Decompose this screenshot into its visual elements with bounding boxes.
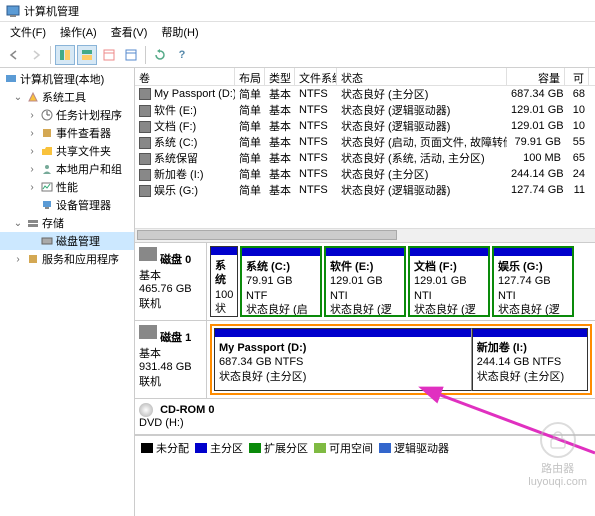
- tree-system-tools[interactable]: ⌄系统工具: [0, 88, 134, 106]
- window-title: 计算机管理: [24, 3, 79, 19]
- toolbar: ?: [0, 42, 595, 68]
- help-button[interactable]: ?: [172, 45, 192, 65]
- partition[interactable]: 软件 (E:)129.01 GB NTI状态良好 (逻辑: [324, 246, 406, 317]
- disk-map: 磁盘 0 基本 465.76 GB 联机 系统100状态系统 (C:)79.91…: [135, 243, 595, 516]
- col-volume[interactable]: 卷: [135, 68, 235, 85]
- chevron-right-icon[interactable]: ›: [26, 182, 38, 193]
- chevron-down-icon[interactable]: ⌄: [12, 92, 24, 103]
- scrollbar-thumb[interactable]: [137, 230, 397, 240]
- tree-performance[interactable]: ›性能: [0, 178, 134, 196]
- tree-task-scheduler[interactable]: ›任务计划程序: [0, 106, 134, 124]
- view-button-3[interactable]: [99, 45, 119, 65]
- menu-file[interactable]: 文件(F): [4, 22, 52, 42]
- disk-0-label[interactable]: 磁盘 0 基本 465.76 GB 联机: [135, 243, 207, 320]
- tree-shared-folders[interactable]: ›共享文件夹: [0, 142, 134, 160]
- disk-1-row: 磁盘 1 基本 931.48 GB 联机 My Passport (D:) 68…: [135, 321, 595, 399]
- partition[interactable]: My Passport (D:) 687.34 GB NTFS 状态良好 (主分…: [214, 328, 472, 391]
- chevron-right-icon[interactable]: ›: [26, 128, 38, 139]
- refresh-button[interactable]: [150, 45, 170, 65]
- partition[interactable]: 新加卷 (I:) 244.14 GB NTFS 状态良好 (主分区): [472, 328, 588, 391]
- menu-bar: 文件(F) 操作(A) 查看(V) 帮助(H): [0, 22, 595, 42]
- disk-1-label[interactable]: 磁盘 1 基本 931.48 GB 联机: [135, 321, 207, 398]
- forward-button[interactable]: [26, 45, 46, 65]
- back-button[interactable]: [4, 45, 24, 65]
- nav-tree: 计算机管理(本地) ⌄系统工具 ›任务计划程序 ›事件查看器 ›共享文件夹 ›本…: [0, 68, 135, 516]
- chevron-right-icon[interactable]: ›: [26, 146, 38, 157]
- view-button-2[interactable]: [77, 45, 97, 65]
- menu-action[interactable]: 操作(A): [54, 22, 103, 42]
- volume-row[interactable]: 系统保留简单基本NTFS状态良好 (系统, 活动, 主分区)100 MB65: [135, 150, 595, 166]
- volume-row[interactable]: 新加卷 (I:)简单基本NTFS状态良好 (主分区)244.14 GB24: [135, 166, 595, 182]
- col-status[interactable]: 状态: [337, 68, 507, 85]
- chevron-right-icon[interactable]: ›: [26, 164, 38, 175]
- tree-disk-mgmt[interactable]: 磁盘管理: [0, 232, 134, 250]
- tree-services[interactable]: ›服务和应用程序: [0, 250, 134, 268]
- disk-icon: [139, 325, 157, 339]
- view-button-1[interactable]: [55, 45, 75, 65]
- horizontal-scrollbar[interactable]: [135, 228, 595, 242]
- menu-view[interactable]: 查看(V): [105, 22, 154, 42]
- title-bar: 计算机管理: [0, 0, 595, 22]
- cdrom-label[interactable]: CD-ROM 0 DVD (H:): [135, 399, 595, 434]
- volume-list: 卷 布局 类型 文件系统 状态 容量 可 My Passport (D:)简单基…: [135, 68, 595, 243]
- tree-storage[interactable]: ⌄存储: [0, 214, 134, 232]
- cdrom-icon: [139, 403, 153, 417]
- col-free[interactable]: 可: [565, 68, 589, 85]
- chevron-right-icon[interactable]: ›: [26, 110, 38, 121]
- disk-0-row: 磁盘 0 基本 465.76 GB 联机 系统100状态系统 (C:)79.91…: [135, 243, 595, 321]
- menu-help[interactable]: 帮助(H): [155, 22, 204, 42]
- tree-device-mgr[interactable]: 设备管理器: [0, 196, 134, 214]
- app-icon: [6, 4, 20, 18]
- legend: 未分配 主分区 扩展分区 可用空间 逻辑驱动器: [135, 435, 595, 460]
- col-capacity[interactable]: 容量: [507, 68, 565, 85]
- chevron-right-icon[interactable]: ›: [12, 254, 24, 265]
- disk-0-partitions: 系统100状态系统 (C:)79.91 GB NTF状态良好 (启动软件 (E:…: [207, 243, 595, 320]
- partition[interactable]: 系统100状态: [210, 246, 238, 317]
- col-type[interactable]: 类型: [265, 68, 295, 85]
- disk-icon: [139, 247, 157, 261]
- chevron-down-icon[interactable]: ⌄: [12, 218, 24, 229]
- tree-event-viewer[interactable]: ›事件查看器: [0, 124, 134, 142]
- disk-1-partitions: My Passport (D:) 687.34 GB NTFS 状态良好 (主分…: [207, 321, 595, 398]
- partition[interactable]: 娱乐 (G:)127.74 GB NTI状态良好 (逻辑: [492, 246, 574, 317]
- cdrom-row: CD-ROM 0 DVD (H:): [135, 399, 595, 435]
- tree-local-users[interactable]: ›本地用户和组: [0, 160, 134, 178]
- col-layout[interactable]: 布局: [235, 68, 265, 85]
- partition[interactable]: 文档 (F:)129.01 GB NTI状态良好 (逻辑: [408, 246, 490, 317]
- view-button-4[interactable]: [121, 45, 141, 65]
- watermark: 路由器 luyouqi.com: [528, 422, 587, 488]
- volume-row[interactable]: My Passport (D:)简单基本NTFS状态良好 (主分区)687.34…: [135, 86, 595, 102]
- tree-root[interactable]: 计算机管理(本地): [0, 70, 134, 88]
- volume-row[interactable]: 文档 (F:)简单基本NTFS状态良好 (逻辑驱动器)129.01 GB10: [135, 118, 595, 134]
- volume-row[interactable]: 娱乐 (G:)简单基本NTFS状态良好 (逻辑驱动器)127.74 GB11: [135, 182, 595, 198]
- partition[interactable]: 系统 (C:)79.91 GB NTF状态良好 (启动: [240, 246, 322, 317]
- volume-header: 卷 布局 类型 文件系统 状态 容量 可: [135, 68, 595, 86]
- volume-row[interactable]: 软件 (E:)简单基本NTFS状态良好 (逻辑驱动器)129.01 GB10: [135, 102, 595, 118]
- volume-row[interactable]: 系统 (C:)简单基本NTFS状态良好 (启动, 页面文件, 故障转储, 主分区…: [135, 134, 595, 150]
- col-fs[interactable]: 文件系统: [295, 68, 337, 85]
